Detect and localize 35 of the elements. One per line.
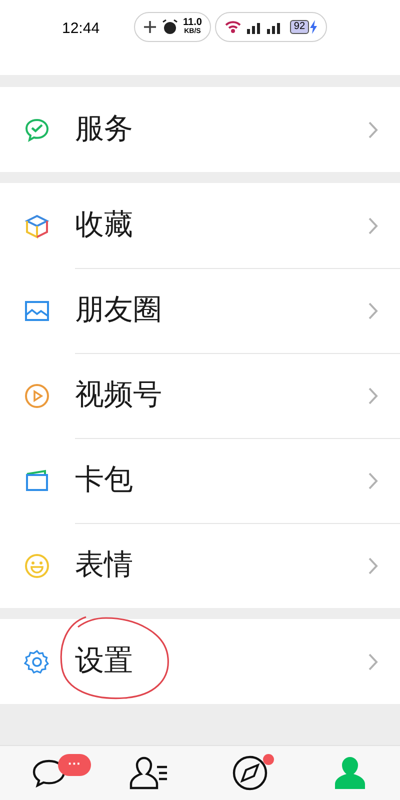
- menu-row[interactable]: 收藏: [0, 183, 400, 268]
- chat-check-icon: [24, 116, 50, 142]
- chevron-icon: [368, 472, 378, 490]
- menu-label: 服务: [75, 112, 134, 147]
- chevron-icon: [368, 556, 378, 574]
- menu-label: 收藏: [75, 208, 134, 243]
- unread-badge: ···: [58, 754, 91, 776]
- smiley-icon: [24, 552, 50, 578]
- compass-icon: [231, 754, 269, 792]
- menu-label: 设置: [75, 644, 134, 679]
- play-icon: [24, 382, 50, 408]
- card-icon: [24, 468, 50, 494]
- menu-row[interactable]: 服务: [0, 87, 400, 172]
- menu-label: 视频号: [75, 378, 163, 413]
- menu-row[interactable]: 表情: [0, 523, 400, 608]
- chevron-icon: [368, 120, 378, 138]
- settings-icon: [24, 648, 50, 674]
- battery-level: 92: [290, 20, 310, 34]
- menu-row[interactable]: 朋友圈: [0, 268, 400, 353]
- net-speed: 11.0: [183, 18, 202, 27]
- chevron-icon: [368, 652, 378, 670]
- wifi-icon: [224, 19, 242, 35]
- menu-label: 表情: [75, 548, 134, 583]
- status-time: 12:44: [62, 19, 101, 39]
- cube-icon: [24, 212, 50, 238]
- chevron-icon: [368, 302, 378, 320]
- menu-row[interactable]: 视频号: [0, 353, 400, 438]
- menu-label: 卡包: [75, 462, 134, 498]
- alarm-icon: [161, 19, 179, 35]
- menu-row[interactable]: 卡包: [0, 438, 400, 523]
- chevron-icon: [368, 386, 378, 404]
- menu-label: 朋友圈: [75, 292, 163, 328]
- chevron-icon: [368, 216, 378, 234]
- plus-icon: [143, 20, 157, 34]
- menu-row[interactable]: 设置: [0, 619, 400, 704]
